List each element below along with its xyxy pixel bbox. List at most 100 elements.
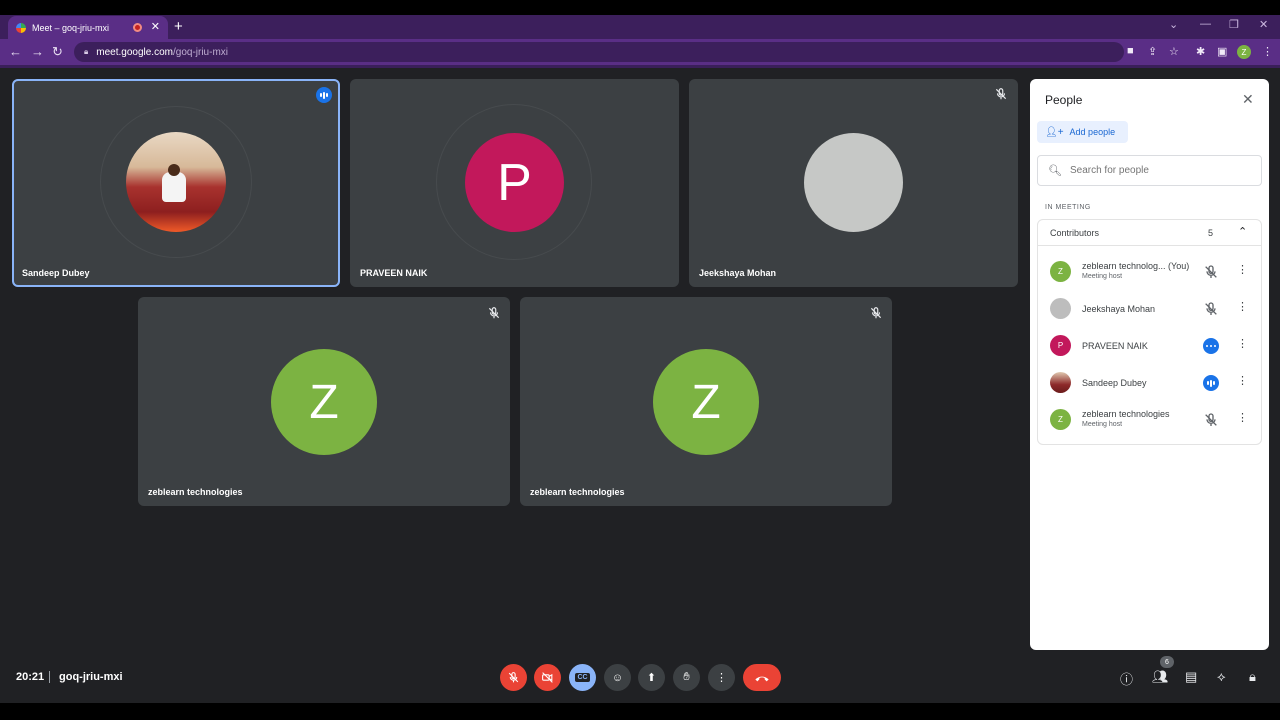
end-call-icon	[755, 676, 769, 681]
contributors-header[interactable]: Contributors 5 ⌃	[1038, 220, 1261, 246]
emoji-reaction-button[interactable]: ☺	[604, 664, 631, 691]
window-close-button[interactable]: ✕	[1259, 18, 1268, 31]
camera-toggle-button[interactable]	[534, 664, 561, 691]
meet-favicon-icon	[16, 22, 26, 33]
leave-call-button[interactable]	[743, 664, 781, 691]
list-item[interactable]: Sandeep Dubey ⋮	[1038, 364, 1261, 401]
emoji-icon: ☺	[611, 671, 624, 684]
more-options-icon[interactable]: ⋮	[1237, 411, 1248, 424]
list-item[interactable]: Z zeblearn technologies Meeting host ⋮	[1038, 401, 1261, 438]
participant-name: Sandeep Dubey	[22, 268, 90, 278]
mic-off-icon	[870, 307, 882, 319]
mic-off-icon	[1205, 302, 1217, 315]
present-now-button[interactable]: ⬆	[638, 664, 665, 691]
forward-arrow-icon[interactable]: →	[31, 44, 44, 59]
address-bar: ← → ↻ 🔒︎ meet.google.com /goq-jriu-mxi ■…	[0, 39, 1280, 65]
people-icon[interactable]: 👥︎	[1152, 669, 1169, 685]
add-people-label: Add people	[1069, 127, 1116, 137]
mic-off-icon	[1205, 413, 1217, 426]
reload-icon[interactable]: ↻	[52, 44, 63, 60]
share-icon[interactable]: ⇪	[1148, 45, 1157, 58]
participant-name: Jeekshaya Mohan	[699, 268, 777, 278]
video-tile-zeblearn-2[interactable]: Z zeblearn technologies	[520, 297, 892, 506]
lock-icon: 🔒︎	[84, 47, 89, 56]
activities-icon[interactable]: ⟡	[1217, 669, 1226, 685]
close-icon[interactable]: ✕	[1242, 91, 1254, 108]
participant-name: zeblearn technolog... (You)	[1082, 261, 1190, 271]
chrome-divider	[0, 65, 1280, 68]
avatar-initial: P	[465, 133, 564, 232]
url-field[interactable]: 🔒︎ meet.google.com /goq-jriu-mxi	[74, 42, 1124, 62]
camera-icon[interactable]: ■	[1127, 45, 1134, 57]
chevron-up-icon[interactable]: ⌃	[1238, 225, 1247, 238]
search-input[interactable]	[1069, 165, 1240, 176]
add-people-button[interactable]: 👤︎+ Add people	[1037, 121, 1128, 143]
video-tile-zeblearn-1[interactable]: Z zeblearn technologies	[138, 297, 510, 506]
video-tile-jeekshaya[interactable]: Jeekshaya Mohan	[689, 79, 1018, 287]
participant-name: zeblearn technologies	[148, 487, 243, 497]
group-label: Contributors	[1050, 228, 1100, 238]
tab-close-button[interactable]: ✕	[151, 20, 160, 33]
participant-name: zeblearn technologies	[530, 487, 625, 497]
url-host: meet.google.com	[96, 46, 173, 58]
person-add-icon: 👤︎+	[1045, 126, 1064, 138]
meeting-details-icon[interactable]: ⓘ	[1120, 669, 1133, 688]
avatar-photo	[126, 132, 226, 232]
chat-icon[interactable]: ▤	[1185, 669, 1197, 685]
browser-menu-icon[interactable]: ⋮	[1262, 45, 1273, 58]
speaking-indicator-icon	[1203, 338, 1219, 354]
browser-tab[interactable]: Meet – goq-jriu-mxi ✕	[8, 16, 168, 39]
video-tile-sandeep[interactable]: Sandeep Dubey	[12, 79, 340, 287]
tab-search-icon[interactable]: ⌄	[1169, 18, 1178, 31]
divider	[49, 671, 50, 683]
contributors-group: Contributors 5 ⌃ Z zeblearn technolog...…	[1037, 219, 1262, 445]
url-path: /goq-jriu-mxi	[172, 46, 228, 58]
list-item[interactable]: Z zeblearn technolog... (You) Meeting ho…	[1038, 253, 1261, 290]
more-options-icon[interactable]: ⋮	[1237, 263, 1248, 276]
more-options-button[interactable]: ⋮	[708, 664, 735, 691]
avatar	[1050, 372, 1071, 393]
more-options-icon[interactable]: ⋮	[1237, 374, 1248, 387]
search-icon: 🔍︎	[1048, 165, 1062, 177]
participant-name: PRAVEEN NAIK	[1082, 341, 1148, 351]
mic-off-icon	[1205, 265, 1217, 278]
more-options-icon[interactable]: ⋮	[1237, 300, 1248, 313]
video-tile-praveen[interactable]: P PRAVEEN NAIK	[350, 79, 679, 287]
more-options-icon[interactable]: ⋮	[1237, 337, 1248, 350]
letterbox-top	[0, 0, 1280, 15]
letterbox-bottom	[0, 703, 1280, 720]
tab-strip: Meet – goq-jriu-mxi ✕ + ⌄ — ❐ ✕	[0, 15, 1280, 39]
profile-avatar[interactable]: Z	[1237, 45, 1251, 59]
search-box[interactable]: 🔍︎	[1037, 155, 1262, 186]
participant-role: Meeting host	[1082, 273, 1123, 280]
meeting-code: goq-jriu-mxi	[59, 671, 123, 683]
meeting-clock: 20:21	[16, 671, 45, 683]
speaking-indicator-icon	[316, 87, 332, 103]
new-tab-button[interactable]: +	[174, 18, 183, 35]
list-item[interactable]: P PRAVEEN NAIK ⋮	[1038, 327, 1261, 364]
host-controls-icon[interactable]: 🔒︎	[1249, 669, 1256, 685]
participant-name: Sandeep Dubey	[1082, 378, 1147, 388]
maximize-button[interactable]: ❐	[1229, 18, 1239, 31]
captions-button[interactable]: CC	[569, 664, 596, 691]
participant-name: Jeekshaya Mohan	[1082, 304, 1156, 314]
list-item[interactable]: Jeekshaya Mohan ⋮	[1038, 290, 1261, 327]
camera-off-icon	[542, 672, 553, 683]
avatar	[1050, 298, 1071, 319]
bookmark-star-icon[interactable]: ☆	[1169, 45, 1179, 58]
recording-indicator-icon	[133, 23, 142, 32]
section-heading: IN MEETING	[1045, 204, 1091, 211]
present-screen-icon: ⬆	[646, 672, 657, 684]
back-arrow-icon[interactable]: ←	[9, 44, 22, 59]
side-panel-icon[interactable]: ▣	[1217, 45, 1227, 58]
speaking-indicator-icon	[1203, 375, 1219, 391]
minimize-button[interactable]: —	[1200, 18, 1211, 30]
meet-window: Meet – goq-jriu-mxi ✕ + ⌄ — ❐ ✕ ← → ↻ 🔒︎…	[0, 0, 1280, 720]
raise-hand-button[interactable]: ✋︎	[673, 664, 700, 691]
captions-icon: CC	[575, 673, 590, 682]
avatar: Z	[1050, 409, 1071, 430]
panel-title: People	[1045, 93, 1083, 107]
avatar-initial: Z	[653, 349, 759, 455]
mic-toggle-button[interactable]	[500, 664, 527, 691]
extensions-puzzle-icon[interactable]: ✱	[1196, 45, 1205, 58]
